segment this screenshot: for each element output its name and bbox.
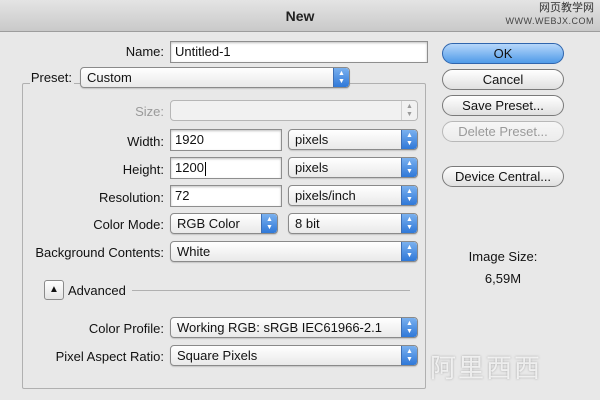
height-field[interactable]: 1200 [170, 157, 282, 179]
preset-select[interactable]: Custom ▲ ▼ [80, 67, 350, 88]
height-value: 1200 [175, 160, 204, 175]
select-arrows-icon: ▲ ▼ [401, 242, 417, 261]
dialog-body: Name: Untitled-1 Preset: Custom ▲ ▼ Size:… [0, 33, 600, 400]
color-profile-label: Color Profile: [88, 321, 164, 336]
height-unit-select[interactable]: pixels ▲ ▼ [288, 157, 418, 178]
height-label: Height: [122, 162, 164, 177]
select-arrows-icon: ▲ ▼ [261, 214, 277, 233]
select-arrows-icon: ▲ ▼ [401, 186, 417, 205]
watermark-site-url: WWW.WEBJX.COM [505, 16, 594, 26]
resolution-unit-select[interactable]: pixels/inch ▲ ▼ [288, 185, 418, 206]
pixel-aspect-ratio-value: Square Pixels [177, 348, 258, 363]
watermark-site-name: 网页教学网 [539, 2, 594, 14]
resolution-field[interactable]: 72 [170, 185, 282, 207]
pixel-aspect-ratio-label: Pixel Aspect Ratio: [55, 349, 164, 364]
name-label: Name: [125, 44, 164, 59]
background-contents-value: White [177, 244, 211, 259]
color-profile-select[interactable]: Working RGB: sRGB IEC61966-2.1 ▲ ▼ [170, 317, 418, 338]
device-central-button[interactable]: Device Central... [442, 166, 564, 187]
resolution-unit-value: pixels/inch [295, 188, 356, 203]
advanced-label: Advanced [68, 283, 126, 298]
select-arrows-icon: ▲ ▼ [333, 68, 349, 87]
image-size-value: 6,59M [484, 271, 522, 286]
name-field[interactable]: Untitled-1 [170, 41, 428, 63]
width-unit-value: pixels [295, 132, 329, 147]
color-mode-value: RGB Color [177, 216, 240, 231]
delete-preset-button[interactable]: Delete Preset... [442, 121, 564, 142]
text-cursor [204, 161, 206, 176]
background-contents-label: Background Contents: [35, 245, 164, 260]
pixel-aspect-ratio-select[interactable]: Square Pixels ▲ ▼ [170, 345, 418, 366]
select-arrows-icon: ▲ ▼ [401, 318, 417, 337]
advanced-toggle[interactable]: ▲ [44, 280, 64, 300]
cancel-button[interactable]: Cancel [442, 69, 564, 90]
ok-button[interactable]: OK [442, 43, 564, 64]
width-unit-select[interactable]: pixels ▲ ▼ [288, 129, 418, 150]
width-field[interactable]: 1920 [170, 129, 282, 151]
bit-depth-value: 8 bit [295, 216, 320, 231]
resolution-label: Resolution: [98, 190, 164, 205]
background-contents-select[interactable]: White ▲ ▼ [170, 241, 418, 262]
size-label: Size: [135, 104, 164, 119]
select-arrows-icon: ▲ ▼ [401, 101, 417, 120]
save-preset-button[interactable]: Save Preset... [442, 95, 564, 116]
color-mode-label: Color Mode: [93, 217, 164, 232]
title-bar: New 网页教学网 WWW.WEBJX.COM [0, 0, 600, 32]
site-watermark: 网页教学网 WWW.WEBJX.COM [506, 2, 595, 28]
select-arrows-icon: ▲ ▼ [401, 158, 417, 177]
color-mode-select[interactable]: RGB Color ▲ ▼ [170, 213, 278, 234]
bit-depth-select[interactable]: 8 bit ▲ ▼ [288, 213, 418, 234]
preset-value: Custom [87, 70, 132, 85]
size-select[interactable]: ▲ ▼ [170, 100, 418, 121]
select-arrows-icon: ▲ ▼ [401, 130, 417, 149]
select-arrows-icon: ▲ ▼ [401, 346, 417, 365]
color-profile-value: Working RGB: sRGB IEC61966-2.1 [177, 320, 382, 335]
select-arrows-icon: ▲ ▼ [401, 214, 417, 233]
corner-watermark: 阿里西西 [430, 353, 543, 383]
image-size-label: Image Size: [468, 249, 538, 264]
preset-label: Preset: [30, 70, 74, 85]
disclosure-triangle-up-icon: ▲ [49, 284, 59, 295]
advanced-divider [132, 290, 410, 291]
height-unit-value: pixels [295, 160, 329, 175]
width-label: Width: [127, 134, 164, 149]
